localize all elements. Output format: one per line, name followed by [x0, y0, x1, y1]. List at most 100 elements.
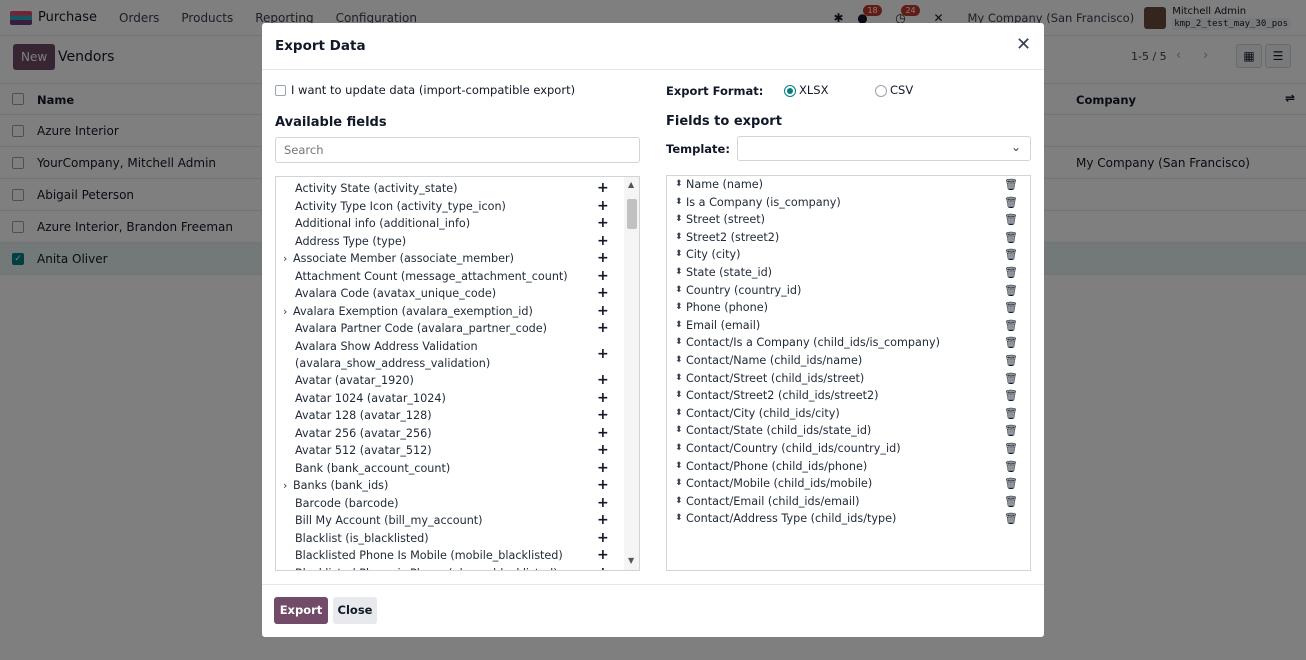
export-field-item[interactable]: ⬍ State (state_id) 🗑: [667, 264, 1030, 281]
trash-icon[interactable]: 🗑: [1004, 176, 1018, 193]
available-field-item[interactable]: Bank (bank_account_count) +: [276, 460, 623, 477]
drag-handle-icon[interactable]: ⬍: [675, 493, 683, 510]
trash-icon[interactable]: 🗑: [1004, 229, 1018, 246]
export-button[interactable]: Export: [274, 597, 328, 624]
available-field-item[interactable]: Avatar 256 (avatar_256) +: [276, 425, 623, 442]
add-field-icon[interactable]: +: [597, 425, 609, 442]
add-field-icon[interactable]: +: [597, 233, 609, 250]
drag-handle-icon[interactable]: ⬍: [675, 246, 683, 263]
available-field-item[interactable]: Blacklist (is_blacklisted) +: [276, 530, 623, 547]
format-xlsx-label[interactable]: XLSX: [799, 83, 828, 97]
add-field-icon[interactable]: +: [597, 285, 609, 302]
trash-icon[interactable]: 🗑: [1004, 475, 1018, 492]
scroll-down-icon[interactable]: ▼: [628, 556, 634, 565]
drag-handle-icon[interactable]: ⬍: [675, 440, 683, 457]
drag-handle-icon[interactable]: ⬍: [675, 334, 683, 351]
trash-icon[interactable]: 🗑: [1004, 264, 1018, 281]
trash-icon[interactable]: 🗑: [1004, 387, 1018, 404]
add-field-icon[interactable]: +: [597, 442, 609, 459]
available-field-item[interactable]: Avatar 1024 (avatar_1024) +: [276, 390, 623, 407]
trash-icon[interactable]: 🗑: [1004, 334, 1018, 351]
export-field-item[interactable]: ⬍ Contact/Phone (child_ids/phone) 🗑: [667, 458, 1030, 475]
trash-icon[interactable]: 🗑: [1004, 352, 1018, 369]
trash-icon[interactable]: 🗑: [1004, 370, 1018, 387]
add-field-icon[interactable]: +: [597, 303, 609, 320]
trash-icon[interactable]: 🗑: [1004, 493, 1018, 510]
add-field-icon[interactable]: +: [597, 198, 609, 215]
close-icon[interactable]: ✕: [1016, 36, 1031, 54]
add-field-icon[interactable]: +: [597, 477, 609, 494]
add-field-icon[interactable]: +: [597, 565, 609, 570]
add-field-icon[interactable]: +: [597, 346, 609, 363]
scrollbar[interactable]: ▲ ▼: [624, 177, 639, 570]
drag-handle-icon[interactable]: ⬍: [675, 264, 683, 281]
chevron-right-icon[interactable]: ›: [283, 250, 287, 267]
export-field-item[interactable]: ⬍ Contact/Name (child_ids/name) 🗑: [667, 352, 1030, 369]
trash-icon[interactable]: 🗑: [1004, 246, 1018, 263]
add-field-icon[interactable]: +: [597, 268, 609, 285]
chevron-right-icon[interactable]: ›: [283, 477, 287, 494]
template-select[interactable]: ⌄: [737, 136, 1031, 161]
available-field-item[interactable]: Activity State (activity_state) +: [276, 180, 623, 197]
trash-icon[interactable]: 🗑: [1004, 317, 1018, 334]
export-field-item[interactable]: ⬍ Is a Company (is_company) 🗑: [667, 194, 1030, 211]
available-field-item[interactable]: Attachment Count (message_attachment_cou…: [276, 268, 623, 285]
close-button[interactable]: Close: [333, 597, 377, 624]
search-input[interactable]: [275, 137, 640, 163]
trash-icon[interactable]: 🗑: [1004, 299, 1018, 316]
drag-handle-icon[interactable]: ⬍: [675, 299, 683, 316]
scroll-up-icon[interactable]: ▲: [628, 180, 634, 189]
add-field-icon[interactable]: +: [597, 372, 609, 389]
drag-handle-icon[interactable]: ⬍: [675, 229, 683, 246]
available-field-item[interactable]: Avalara Code (avatax_unique_code) +: [276, 285, 623, 302]
trash-icon[interactable]: 🗑: [1004, 440, 1018, 457]
drag-handle-icon[interactable]: ⬍: [675, 176, 683, 193]
available-field-item[interactable]: Blacklisted Phone Is Mobile (mobile_blac…: [276, 547, 623, 564]
export-field-item[interactable]: ⬍ Name (name) 🗑: [667, 176, 1030, 193]
trash-icon[interactable]: 🗑: [1004, 405, 1018, 422]
drag-handle-icon[interactable]: ⬍: [675, 422, 683, 439]
drag-handle-icon[interactable]: ⬍: [675, 387, 683, 404]
export-field-item[interactable]: ⬍ Contact/Street (child_ids/street) 🗑: [667, 370, 1030, 387]
add-field-icon[interactable]: +: [597, 215, 609, 232]
export-field-item[interactable]: ⬍ Street (street) 🗑: [667, 211, 1030, 228]
export-field-item[interactable]: ⬍ City (city) 🗑: [667, 246, 1030, 263]
trash-icon[interactable]: 🗑: [1004, 510, 1018, 527]
format-xlsx-radio[interactable]: [784, 85, 796, 97]
available-field-item[interactable]: Activity Type Icon (activity_type_icon) +: [276, 198, 623, 215]
available-field-item[interactable]: Additional info (additional_info) +: [276, 215, 623, 232]
drag-handle-icon[interactable]: ⬍: [675, 370, 683, 387]
drag-handle-icon[interactable]: ⬍: [675, 475, 683, 492]
export-field-item[interactable]: ⬍ Contact/State (child_ids/state_id) 🗑: [667, 422, 1030, 439]
available-field-item[interactable]: › Banks (bank_ids) +: [276, 477, 623, 494]
drag-handle-icon[interactable]: ⬍: [675, 510, 683, 527]
trash-icon[interactable]: 🗑: [1004, 194, 1018, 211]
available-field-item[interactable]: › Associate Member (associate_member) +: [276, 250, 623, 267]
available-field-item[interactable]: Avalara Show Address Validation (avalara_…: [276, 338, 623, 372]
format-csv-label[interactable]: CSV: [890, 83, 913, 97]
export-field-item[interactable]: ⬍ Contact/Address Type (child_ids/type) 🗑: [667, 510, 1030, 527]
add-field-icon[interactable]: +: [597, 495, 609, 512]
drag-handle-icon[interactable]: ⬍: [675, 352, 683, 369]
drag-handle-icon[interactable]: ⬍: [675, 405, 683, 422]
scrollbar-thumb[interactable]: [627, 199, 637, 229]
trash-icon[interactable]: 🗑: [1004, 422, 1018, 439]
format-csv-radio[interactable]: [875, 85, 887, 97]
available-field-item[interactable]: Avatar 128 (avatar_128) +: [276, 407, 623, 424]
export-field-item[interactable]: ⬍ Contact/Is a Company (child_ids/is_comp…: [667, 334, 1030, 351]
available-field-item[interactable]: Barcode (barcode) +: [276, 495, 623, 512]
add-field-icon[interactable]: +: [597, 390, 609, 407]
export-field-item[interactable]: ⬍ Phone (phone) 🗑: [667, 299, 1030, 316]
add-field-icon[interactable]: +: [597, 250, 609, 267]
add-field-icon[interactable]: +: [597, 180, 609, 197]
add-field-icon[interactable]: +: [597, 547, 609, 564]
available-field-item[interactable]: Blacklisted Phone is Phone (phone_blackl…: [276, 565, 623, 570]
export-field-item[interactable]: ⬍ Contact/Mobile (child_ids/mobile) 🗑: [667, 475, 1030, 492]
add-field-icon[interactable]: +: [597, 320, 609, 337]
export-field-item[interactable]: ⬍ Street2 (street2) 🗑: [667, 229, 1030, 246]
export-field-item[interactable]: ⬍ Country (country_id) 🗑: [667, 282, 1030, 299]
drag-handle-icon[interactable]: ⬍: [675, 317, 683, 334]
add-field-icon[interactable]: +: [597, 512, 609, 529]
available-field-item[interactable]: Avalara Partner Code (avalara_partner_co…: [276, 320, 623, 337]
add-field-icon[interactable]: +: [597, 530, 609, 547]
